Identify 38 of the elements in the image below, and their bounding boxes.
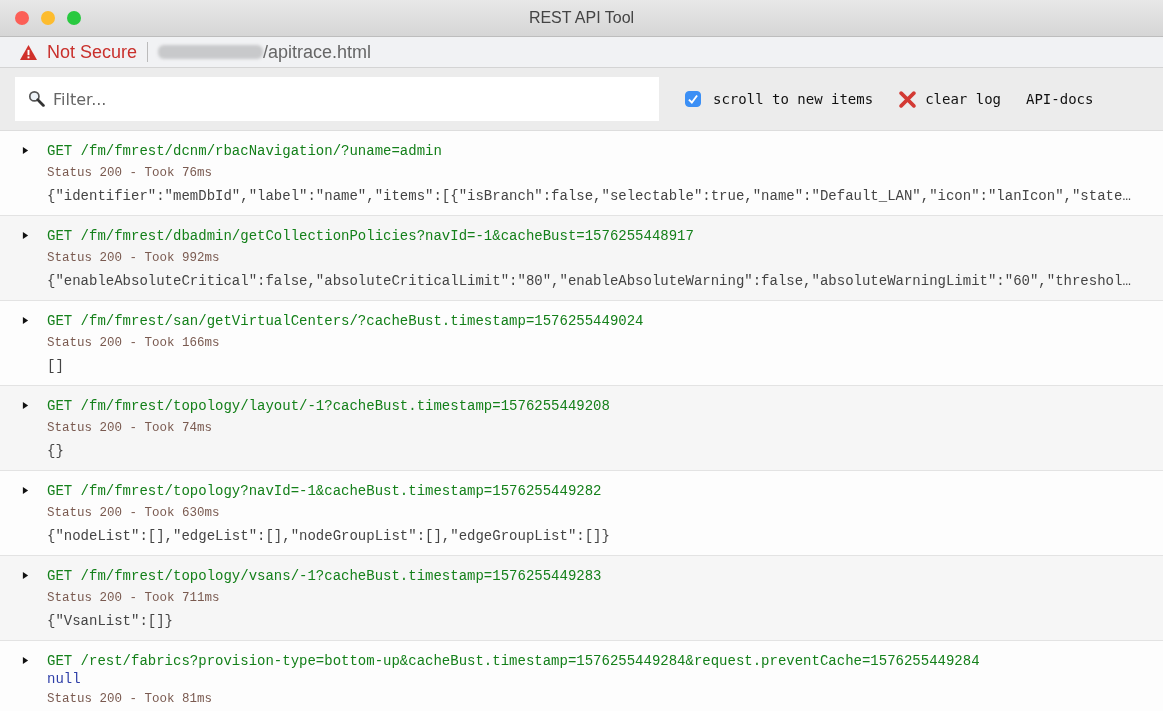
disclosure-triangle-icon[interactable] [22,146,29,155]
warning-icon [20,44,37,60]
x-icon [899,90,917,108]
request-line: GET /fm/fmrest/dbadmin/getCollectionPolicies?navId=-1&cacheBust=1576255448917 [47,227,695,246]
disclosure-triangle-icon[interactable] [22,571,29,580]
security-label: Not Secure [47,41,138,63]
status-text: Status 200 - Took 630ms [47,505,221,522]
status-text: Status 200 - Took 711ms [47,590,221,607]
disclosure-triangle-icon[interactable] [22,316,29,325]
clear-log-button[interactable]: clear log [925,91,1001,107]
response-body: {"identifier":"memDbId","label":"name","items":[{"isBranch":false,"selectable":true,"name":"Default_LAN","icon":"lanIcon","state… [47,187,1131,206]
request-line: GET /fm/fmrest/topology?navId=-1&cacheBust.timestamp=1576255449282 [47,482,603,501]
checkbox[interactable] [685,91,701,107]
request-line: GET /fm/fmrest/dcnm/rbacNavigation/?uname=admin [47,142,443,161]
request-line: GET /fm/fmrest/topology/vsans/-1?cacheBust.timestamp=1576255449283 [47,567,602,586]
disclosure-triangle-icon[interactable] [22,401,29,410]
disclosure-triangle-icon[interactable] [22,486,29,495]
response-body: null [47,671,82,687]
request-line: GET /fm/fmrest/topology/layout/-1?cacheBust.timestamp=1576255449208 [47,397,610,416]
status-text: Status 200 - Took 992ms [47,250,221,267]
disclosure-triangle-icon[interactable] [22,231,29,240]
status-text: Status 200 - Took 81ms [47,691,214,708]
status-text: Status 200 - Took 76ms [47,165,214,182]
status-text: Status 200 - Took 166ms [47,335,221,352]
disclosure-triangle-icon[interactable] [22,656,29,665]
response-body: [] [47,357,65,376]
response-body: {"VsanList":[]} [47,612,175,631]
response-body: {} [47,442,65,461]
checkbox-label: scroll to new items [713,91,874,107]
response-body: {"nodeList":[],"edgeList":[],"nodeGroupList":[],"edgeGroupList":[]} [47,527,610,546]
response-body: {"enableAbsoluteCritical":false,"absoluteCriticalLimit":"80","enableAbsoluteWarning":false,"absoluteWarningLimit":"60","threshol… [47,272,1131,291]
api-docs-link[interactable]: API-docs [1026,91,1094,107]
url-path[interactable]: /apitrace.html [263,41,372,63]
request-line: GET /fm/fmrest/san/getVirtualCenters/?cacheBust.timestamp=1576255449024 [47,312,644,331]
window-title: REST API Tool [528,9,635,27]
status-text: Status 200 - Took 74ms [47,420,214,437]
filter-field[interactable]: Filter... [15,77,659,121]
request-line: GET /rest/fabrics?provision-type=bottom-up&cacheBust.timestamp=1576255449284&request.preventCache=1576255449284 [47,652,980,671]
